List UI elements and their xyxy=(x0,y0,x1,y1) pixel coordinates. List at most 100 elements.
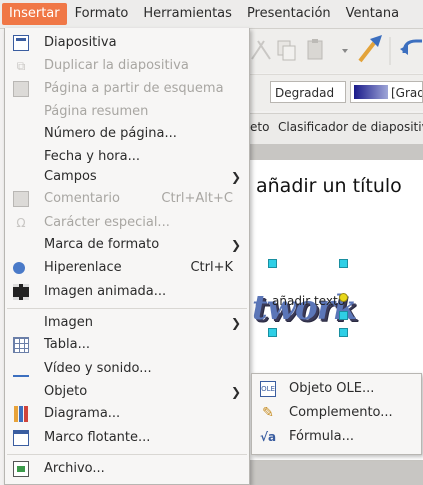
tab-outline[interactable]: eto xyxy=(250,120,269,134)
media-icon xyxy=(13,361,29,377)
menu-item-label: Página a partir de esquema xyxy=(44,81,224,96)
menu-item-video-sound[interactable]: Vídeo y sonido... xyxy=(5,358,249,380)
menu-item-label: Duplicar la diapositiva xyxy=(44,58,189,73)
slide-title-placeholder[interactable]: añadir un título xyxy=(256,175,402,197)
object-submenu: OLE Objeto OLE... ✎ Complemento... √a Fó… xyxy=(251,373,422,455)
line-fill-toolbar: Degradad [Gradi xyxy=(250,74,423,111)
menu-separator xyxy=(7,454,247,455)
menu-item-chart[interactable]: Diagrama... xyxy=(5,403,249,425)
menu-item-label: Comentario xyxy=(44,191,120,206)
menu-item-object[interactable]: Objeto ❯ xyxy=(5,381,249,403)
chevron-right-icon: ❯ xyxy=(230,238,241,252)
menu-item-label: Diagrama... xyxy=(44,406,121,421)
menu-item-label: Número de página... xyxy=(44,126,177,141)
fill-style-select[interactable]: Degradad xyxy=(270,81,346,103)
duplicate-slide-icon: ⧉ xyxy=(16,59,26,73)
menu-item-summary-page[interactable]: Página resumen xyxy=(5,101,249,123)
selection-handle[interactable] xyxy=(268,259,277,268)
menu-formato[interactable]: Formato xyxy=(68,3,136,25)
cut-icon[interactable] xyxy=(251,40,271,60)
menu-item-label: Objeto xyxy=(44,384,88,399)
animated-image-icon xyxy=(13,284,29,300)
menu-item-label: Fórmula... xyxy=(289,429,354,444)
chart-icon xyxy=(13,406,29,422)
menu-item-special-char[interactable]: Ω Carácter especial... xyxy=(5,212,249,234)
menu-item-label: Marca de formato xyxy=(44,237,160,252)
menu-item-comment[interactable]: Comentario Ctrl+Alt+C xyxy=(5,188,249,210)
menu-item-label: Vídeo y sonido... xyxy=(44,361,152,376)
view-tabs: eto Clasificador de diapositivas xyxy=(250,113,423,145)
file-icon xyxy=(13,461,29,477)
tab-slide-sorter[interactable]: Clasificador de diapositivas xyxy=(278,120,423,134)
menu-item-date-time[interactable]: Fecha y hora... xyxy=(5,146,249,168)
fontwork-handle[interactable] xyxy=(339,293,348,302)
special-char-icon: Ω xyxy=(16,216,26,230)
hyperlink-icon xyxy=(13,262,25,274)
outline-page-icon xyxy=(13,81,29,97)
menu-item-file[interactable]: Archivo... xyxy=(5,458,249,480)
menu-item-label: Complemento... xyxy=(289,405,393,420)
selection-handle[interactable] xyxy=(339,259,348,268)
menu-item-floating-frame[interactable]: Marco flotante... xyxy=(5,427,249,449)
selection-handle[interactable] xyxy=(339,328,348,337)
table-icon xyxy=(13,337,29,353)
menu-item-animated-image[interactable]: Imagen animada... xyxy=(5,281,249,303)
menubar: Insertar Formato Herramientas Presentaci… xyxy=(0,0,423,29)
menu-item-label: Página resumen xyxy=(44,104,149,119)
menu-item-label: Tabla... xyxy=(44,337,90,352)
menu-item-label: Imagen xyxy=(44,315,93,330)
submenu-item-plugin[interactable]: ✎ Complemento... xyxy=(252,402,421,424)
plugin-icon: ✎ xyxy=(262,405,274,421)
menu-item-shortcut: Ctrl+Alt+C xyxy=(161,191,233,206)
menu-presentacion[interactable]: Presentación xyxy=(240,3,338,25)
menu-item-label: Marco flotante... xyxy=(44,430,151,445)
slide-icon xyxy=(13,35,29,51)
menu-item-duplicate-slide[interactable]: ⧉ Duplicar la diapositiva xyxy=(5,55,249,77)
menu-ventana[interactable]: Ventana xyxy=(339,3,406,25)
menu-item-format-mark[interactable]: Marca de formato ❯ xyxy=(5,234,249,256)
menu-insertar[interactable]: Insertar xyxy=(2,3,67,25)
chevron-right-icon: ❯ xyxy=(230,316,241,330)
menu-item-label: Archivo... xyxy=(44,461,105,476)
menu-item-label: Objeto OLE... xyxy=(289,381,375,396)
comment-icon xyxy=(13,191,29,207)
menu-herramientas[interactable]: Herramientas xyxy=(136,3,239,25)
menu-item-label: Campos xyxy=(44,169,97,184)
menu-separator xyxy=(7,308,247,309)
gradient-select[interactable]: [Gradi xyxy=(350,81,423,103)
ole-object-icon: OLE xyxy=(260,381,276,397)
menu-item-outline-page[interactable]: Página a partir de esquema xyxy=(5,78,249,100)
gradient-value: [Gradi xyxy=(391,86,422,100)
paste-dropdown-icon[interactable] xyxy=(342,49,348,53)
menu-item-label: Hiperenlace xyxy=(44,260,122,275)
undo-icon[interactable] xyxy=(400,39,422,55)
floating-frame-icon xyxy=(13,430,29,446)
fill-style-value: Degradad xyxy=(275,86,335,100)
chevron-right-icon: ❯ xyxy=(230,170,241,184)
clone-formatting-icon[interactable] xyxy=(358,35,382,63)
standard-toolbar xyxy=(250,29,423,73)
gradient-swatch xyxy=(354,85,388,99)
menu-item-fields[interactable]: Campos ❯ xyxy=(5,166,249,188)
submenu-item-ole-object[interactable]: OLE Objeto OLE... xyxy=(252,378,421,400)
chevron-right-icon: ❯ xyxy=(230,385,241,399)
selection-handle[interactable] xyxy=(268,328,277,337)
submenu-item-formula[interactable]: √a Fórmula... xyxy=(252,426,421,448)
menu-item-slide[interactable]: Diapositiva xyxy=(5,32,249,54)
menu-item-label: Imagen animada... xyxy=(44,284,167,299)
menu-item-image[interactable]: Imagen ❯ xyxy=(5,312,249,334)
slide-text-placeholder[interactable]: añadir texto xyxy=(272,294,345,308)
menu-item-label: Carácter especial... xyxy=(44,215,170,230)
formula-icon: √a xyxy=(260,430,277,444)
menu-item-table[interactable]: Tabla... xyxy=(5,334,249,356)
toolbar-icons xyxy=(251,35,422,65)
selection-handle[interactable] xyxy=(339,311,348,320)
menu-item-page-number[interactable]: Número de página... xyxy=(5,123,249,145)
insert-menu: Diapositiva ⧉ Duplicar la diapositiva Pá… xyxy=(4,28,250,485)
paste-icon[interactable] xyxy=(307,39,323,60)
menu-item-label: Fecha y hora... xyxy=(44,149,140,164)
copy-icon[interactable] xyxy=(277,40,296,61)
menu-item-shortcut: Ctrl+K xyxy=(190,260,233,275)
menu-item-hyperlink[interactable]: Hiperenlace Ctrl+K xyxy=(5,257,249,279)
menu-item-label: Diapositiva xyxy=(44,35,117,50)
